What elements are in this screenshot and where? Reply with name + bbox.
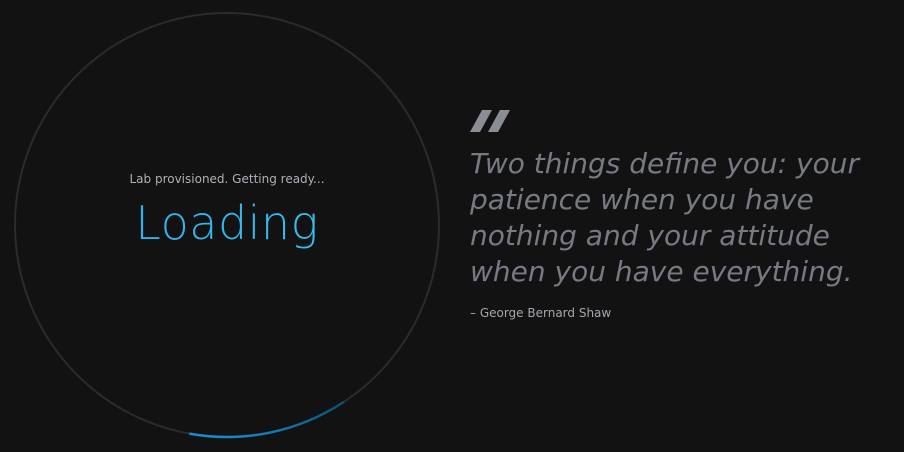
loading-screen: Lab provisioned. Getting ready... Loadin… bbox=[0, 0, 904, 452]
status-message: Lab provisioned. Getting ready... bbox=[129, 172, 325, 186]
progress-ring-arc bbox=[188, 401, 345, 439]
quote-icon bbox=[470, 110, 510, 132]
progress-ring: Lab provisioned. Getting ready... Loadin… bbox=[12, 10, 442, 440]
loading-label: Loading bbox=[12, 196, 442, 250]
quote-panel: Two things define you: your patience whe… bbox=[470, 110, 890, 320]
quote-text: Two things define you: your patience whe… bbox=[470, 147, 859, 288]
quote-author: – George Bernard Shaw bbox=[470, 306, 612, 320]
